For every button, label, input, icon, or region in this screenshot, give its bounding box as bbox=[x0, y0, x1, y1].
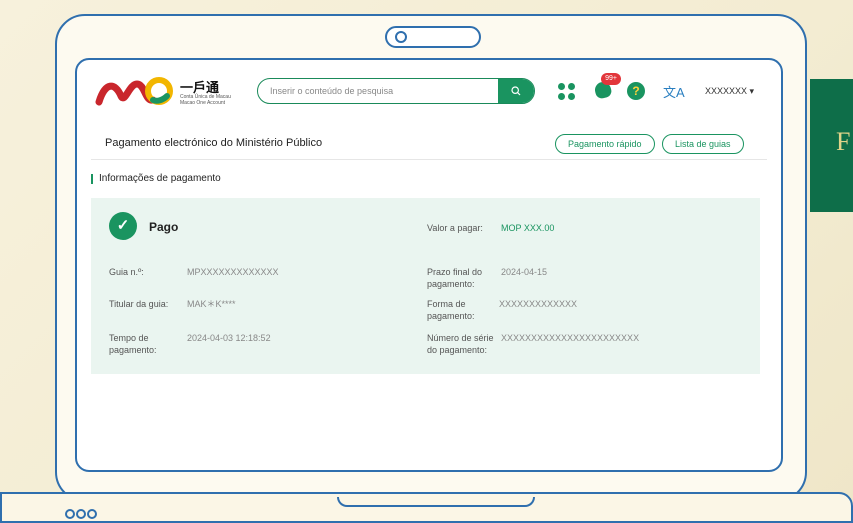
method-label: Forma de pagamento: bbox=[427, 298, 475, 322]
serial-label: Número de série do pagamento: bbox=[427, 332, 494, 356]
amount-value: MOP XXX.00 bbox=[501, 223, 555, 233]
method-label-line2: pagamento: bbox=[427, 311, 475, 321]
amount-label: Valor a pagar: bbox=[427, 223, 483, 233]
title-bar: Pagamento electrónico do Ministério Públ… bbox=[91, 122, 767, 160]
laptop-vent-icon bbox=[65, 509, 97, 519]
serial-label-line1: Número de série bbox=[427, 333, 494, 343]
serial-value: XXXXXXXXXXXXXXXXXXXXXXX bbox=[501, 333, 640, 343]
brand: 一戶通 Conta Única de Macau Macao One Accou… bbox=[180, 81, 231, 106]
deadline-label-line1: Prazo final do bbox=[427, 267, 483, 277]
holder-value: MAK＊K**** bbox=[187, 299, 236, 309]
check-icon: ✓ bbox=[109, 212, 137, 240]
deadline-label-line2: pagamento: bbox=[427, 279, 475, 289]
camera-icon bbox=[385, 26, 481, 48]
time-value: 2024-04-03 12:18:52 bbox=[187, 333, 271, 343]
search-icon bbox=[511, 86, 521, 96]
help-icon[interactable]: ? bbox=[627, 82, 645, 100]
status-label: Pago bbox=[149, 220, 179, 234]
guide-list-button[interactable]: Lista de guias bbox=[662, 134, 744, 154]
side-banner: F bbox=[810, 79, 853, 212]
guide-number-value: MPXXXXXXXXXXXXX bbox=[187, 267, 279, 277]
deadline-value: 2024-04-15 bbox=[501, 267, 548, 277]
search-input[interactable]: Inserir o conteúdo de pesquisa bbox=[257, 78, 535, 104]
brand-name-cn: 一戶通 bbox=[180, 80, 220, 95]
notification-badge: 99+ bbox=[601, 73, 621, 85]
app-screen: 一戶通 Conta Única de Macau Macao One Accou… bbox=[75, 58, 783, 472]
time-label-line1: Tempo de bbox=[109, 333, 149, 343]
time-label: Tempo de pagamento: bbox=[109, 332, 157, 356]
section-heading: Informações de pagamento bbox=[91, 174, 221, 184]
search-button[interactable] bbox=[498, 79, 534, 103]
brand-name-en: Macao One Account bbox=[180, 100, 226, 106]
method-value: XXXXXXXXXXXXX bbox=[499, 299, 578, 309]
page-title: Pagamento electrónico do Ministério Públ… bbox=[105, 137, 323, 149]
search-placeholder: Inserir o conteúdo de pesquisa bbox=[270, 86, 394, 96]
macau-one-account-logo-icon bbox=[95, 77, 173, 106]
time-label-line2: pagamento: bbox=[109, 345, 157, 355]
serial-label-line2: do pagamento: bbox=[427, 345, 488, 355]
payment-info-panel: ✓ Pago Valor a pagar: MOP XXX.00 Guia n.… bbox=[91, 198, 760, 374]
side-banner-text: F bbox=[836, 127, 851, 156]
user-menu[interactable]: XXXXXXX ▾ bbox=[705, 86, 754, 97]
holder-label: Titular da guia: bbox=[109, 299, 169, 309]
deadline-label: Prazo final do pagamento: bbox=[427, 266, 482, 290]
method-label-line1: Forma de bbox=[427, 299, 466, 309]
quick-payment-button[interactable]: Pagamento rápido bbox=[555, 134, 655, 154]
top-header: 一戶通 Conta Única de Macau Macao One Accou… bbox=[77, 60, 781, 122]
guide-number-label: Guia n.º: bbox=[109, 267, 144, 277]
apps-grid-icon[interactable] bbox=[558, 83, 576, 101]
language-icon[interactable]: 文A bbox=[663, 82, 685, 101]
laptop-notch bbox=[337, 497, 535, 507]
